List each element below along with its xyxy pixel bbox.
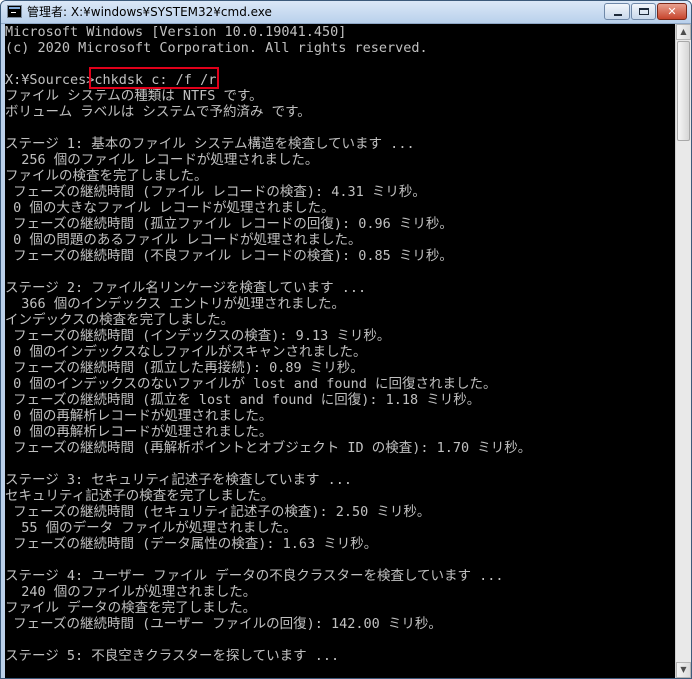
console-line: フェーズの継続時間 (インデックスの検査): 9.13 ミリ秒。 [5,328,391,344]
console-icon[interactable] [7,5,22,18]
console-output[interactable]: Microsoft Windows [Version 10.0.19041.45… [5,24,675,678]
window-title: 管理者: X:¥windows¥SYSTEM32¥cmd.exe [27,5,272,19]
console-line: 240 個のファイルが処理されました。 [5,584,257,600]
cmd-window: 管理者: X:¥windows¥SYSTEM32¥cmd.exe ✕ Micro… [0,0,692,679]
scroll-down-button[interactable]: ▼ [676,662,691,678]
console-line: フェーズの継続時間 (データ属性の検査): 1.63 ミリ秒。 [5,536,378,552]
vertical-scrollbar[interactable]: ▲ ▼ [675,24,691,678]
console-line: ファイル データの検査を完了しました。 [5,600,257,616]
console-line: 0 個の再解析レコードが処理されました。 [5,424,273,440]
console-line: フェーズの継続時間 (孤立ファイル レコードの回復): 0.96 ミリ秒。 [5,216,453,232]
console-line: フェーズの継続時間 (孤立を lost and found に回復): 1.18… [5,392,481,408]
console-line: 0 個のインデックスのないファイルが lost and found に回復されま… [5,376,497,392]
console-line: インデックスの検査を完了しました。 [5,312,235,328]
console-line: ステージ 1: 基本のファイル システム構造を検査しています ... [5,136,415,152]
console-lines: Microsoft Windows [Version 10.0.19041.45… [5,24,675,664]
maximize-icon [639,8,649,15]
console-line: フェーズの継続時間 (ファイル レコードの検査): 4.31 ミリ秒。 [5,184,426,200]
console-line: 0 個の再解析レコードが処理されました。 [5,408,273,424]
close-icon: ✕ [667,5,677,18]
maximize-button[interactable] [631,3,656,20]
close-button[interactable]: ✕ [657,3,687,20]
console-line: フェーズの継続時間 (不良ファイル レコードの検査): 0.85 ミリ秒。 [5,248,453,264]
console-line: ボリューム ラベルは システムで予約済み です。 [5,104,311,120]
console-line: 256 個のファイル レコードが処理されました。 [5,152,319,168]
console-line: ステージ 5: 不良空きクラスターを探しています ... [5,648,340,664]
console-line: フェーズの継続時間 (再解析ポイントとオブジェクト ID の検査): 1.70 … [5,440,532,456]
console-line: セキュリティ記述子の検査を完了しました。 [5,488,275,504]
console-line: ステージ 4: ユーザー ファイル データの不良クラスターを検査しています ..… [5,568,504,584]
arrow-down-icon: ▼ [680,665,687,674]
console-line: Microsoft Windows [Version 10.0.19041.45… [5,24,347,40]
console-line: フェーズの継続時間 (セキュリティ記述子の検査): 2.50 ミリ秒。 [5,504,431,520]
console-line: 0 個の大きなファイル レコードが処理されました。 [5,200,335,216]
console-line: ステージ 3: セキュリティ記述子を検査しています ... [5,472,353,488]
title-bar[interactable]: 管理者: X:¥windows¥SYSTEM32¥cmd.exe ✕ [1,1,691,24]
scroll-up-button[interactable]: ▲ [676,24,691,40]
minimize-button[interactable] [604,3,630,20]
console-line: (c) 2020 Microsoft Corporation. All righ… [5,40,428,56]
scroll-thumb[interactable] [677,41,690,141]
arrow-up-icon: ▲ [680,27,687,36]
console-line: ステージ 2: ファイル名リンケージを検査しています ... [5,280,367,296]
console-line: ファイル システムの種類は NTFS です。 [5,88,263,104]
console-line: X:¥Sources>chkdsk c: /f /r [5,72,217,88]
console-line: 0 個の問題のあるファイル レコードが処理されました。 [5,232,362,248]
console-line: 55 個のデータ ファイルが処理されました。 [5,520,297,536]
console-line: ファイルの検査を完了しました。 [5,168,208,184]
minimize-icon [614,14,622,16]
console-line: 366 個のインデックス エントリが処理されました。 [5,296,345,312]
console-line: フェーズの継続時間 (孤立した再接続): 0.89 ミリ秒。 [5,360,364,376]
console-line: フェーズの継続時間 (ユーザー ファイルの回復): 142.00 ミリ秒。 [5,616,442,632]
console-line: 0 個のインデックスなしファイルがスキャンされました。 [5,344,367,360]
